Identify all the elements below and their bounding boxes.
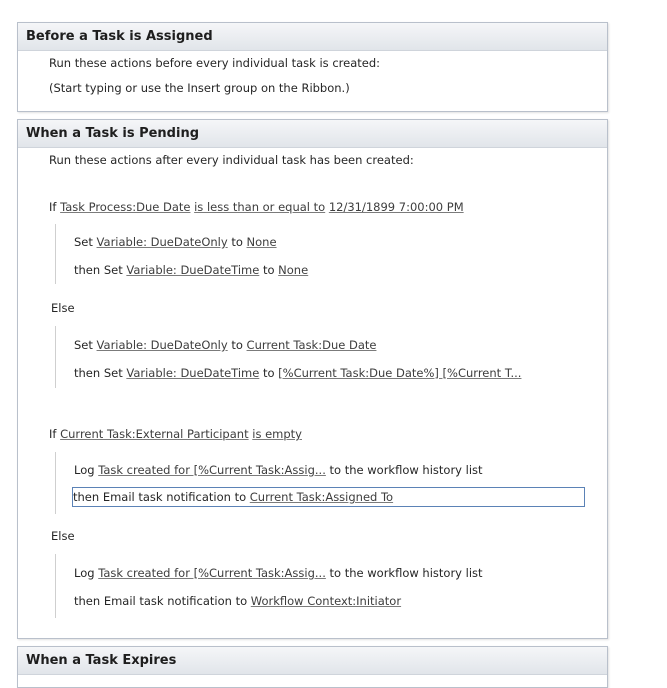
- to-text: to: [262, 263, 275, 277]
- panel-when-task-expires: When a Task Expires: [17, 646, 608, 688]
- condition-2: If Current Task:External Participant is …: [49, 426, 302, 442]
- if-keyword: If: [49, 427, 57, 441]
- condition-field-link[interactable]: Current Task:External Participant: [60, 427, 248, 441]
- value-link[interactable]: [%Current Task:Due Date%] [%Current T...: [278, 366, 521, 380]
- log-message-link[interactable]: Task created for [%Current Task:Assig...: [98, 566, 326, 580]
- panel-title: When a Task is Pending: [18, 120, 607, 148]
- action-prefix: Set: [74, 338, 93, 352]
- panel-title: Before a Task is Assigned: [18, 23, 607, 51]
- condition-value-link[interactable]: 12/31/1899 7:00:00 PM: [329, 200, 464, 214]
- action-prefix: then Email task notification to: [73, 490, 247, 504]
- action-set-variable: Set Variable: DueDateOnly to None: [74, 234, 277, 250]
- variable-link[interactable]: Variable: DueDateOnly: [97, 338, 228, 352]
- action-email-selected[interactable]: then Email task notification to Current …: [72, 487, 585, 507]
- variable-link[interactable]: Variable: DueDateTime: [126, 263, 259, 277]
- recipient-link[interactable]: Workflow Context:Initiator: [251, 594, 401, 608]
- branch-divider: [55, 224, 56, 284]
- panel-when-task-pending: When a Task is Pending Run these actions…: [17, 119, 608, 639]
- action-prefix: then Set: [74, 366, 123, 380]
- log-message-link[interactable]: Task created for [%Current Task:Assig...: [98, 463, 326, 477]
- action-prefix: Log: [74, 566, 95, 580]
- action-prefix: then Set: [74, 263, 123, 277]
- to-text: to: [262, 366, 275, 380]
- panel-before-task-assigned: Before a Task is Assigned Run these acti…: [17, 22, 608, 112]
- branch-divider: [55, 326, 56, 388]
- value-link[interactable]: None: [247, 235, 277, 249]
- action-prefix: then Email task notification to: [74, 594, 248, 608]
- action-suffix: to the workflow history list: [329, 463, 483, 477]
- insert-hint-text[interactable]: (Start typing or use the Insert group on…: [49, 80, 350, 96]
- value-link[interactable]: None: [278, 263, 308, 277]
- condition-operator-link[interactable]: is empty: [252, 427, 302, 441]
- action-email: then Email task notification to Workflow…: [74, 593, 401, 609]
- if-keyword: If: [49, 200, 57, 214]
- condition-field-link[interactable]: Task Process:Due Date: [60, 200, 190, 214]
- value-link[interactable]: Current Task:Due Date: [247, 338, 377, 352]
- action-set-variable: Set Variable: DueDateOnly to Current Tas…: [74, 337, 376, 353]
- panel-title: When a Task Expires: [18, 647, 607, 675]
- action-log: Log Task created for [%Current Task:Assi…: [74, 565, 483, 581]
- action-suffix: to the workflow history list: [329, 566, 483, 580]
- action-prefix: Log: [74, 463, 95, 477]
- step-intro-text: Run these actions after every individual…: [49, 153, 414, 167]
- action-set-variable: then Set Variable: DueDateTime to [%Curr…: [74, 365, 521, 381]
- action-log: Log Task created for [%Current Task:Assi…: [74, 462, 483, 478]
- to-text: to: [231, 338, 243, 352]
- branch-divider: [55, 554, 56, 618]
- variable-link[interactable]: Variable: DueDateTime: [126, 366, 259, 380]
- else-keyword: Else: [51, 529, 75, 543]
- else-keyword: Else: [51, 301, 75, 315]
- action-set-variable: then Set Variable: DueDateTime to None: [74, 262, 308, 278]
- condition-1: If Task Process:Due Date is less than or…: [49, 199, 464, 215]
- action-prefix: Set: [74, 235, 93, 249]
- recipient-link[interactable]: Current Task:Assigned To: [250, 490, 393, 504]
- step-intro-text: Run these actions before every individua…: [49, 56, 381, 70]
- variable-link[interactable]: Variable: DueDateOnly: [97, 235, 228, 249]
- to-text: to: [231, 235, 243, 249]
- condition-operator-link[interactable]: is less than or equal to: [194, 200, 325, 214]
- branch-divider: [55, 452, 56, 514]
